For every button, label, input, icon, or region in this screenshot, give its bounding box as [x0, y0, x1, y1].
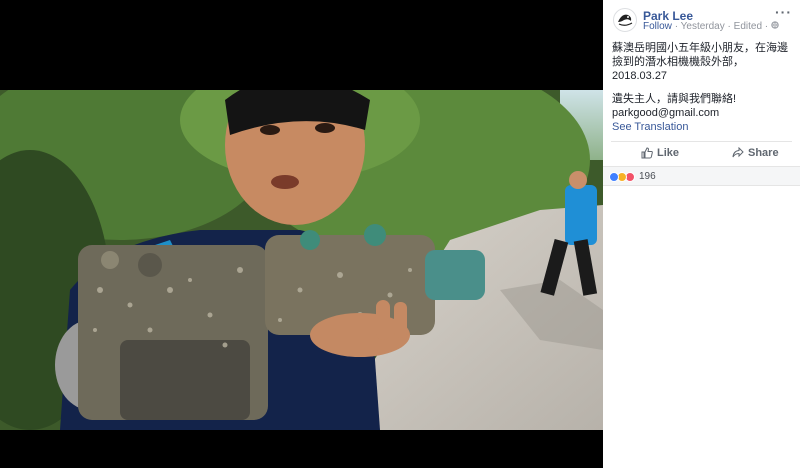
post-side-panel: Park Lee Follow · Yesterday · Edited · ·…: [603, 0, 800, 468]
post-text-line: 遺失主人，請與我們聯絡!: [612, 93, 737, 105]
meta-separator: ·: [764, 21, 769, 32]
globe-icon: [771, 21, 779, 32]
post-email: parkgood@gmail.com: [612, 107, 720, 119]
more-options-icon[interactable]: ···: [775, 4, 792, 20]
share-arrow-icon: [732, 147, 744, 158]
post-body: 蘇澳岳明國小五年級小朋友，在海邊撿到的潛水相機機殼外部，2018.03.27 遺…: [612, 41, 794, 134]
meta-separator: ·: [727, 21, 731, 32]
thumbs-up-icon: [641, 147, 653, 159]
author-avatar[interactable]: [613, 8, 637, 32]
edited-label[interactable]: Edited: [734, 21, 762, 32]
share-button[interactable]: Share: [732, 147, 779, 159]
divider: [611, 141, 792, 142]
reactions-summary[interactable]: 196: [603, 166, 800, 186]
reaction-count[interactable]: 196: [639, 171, 656, 182]
like-label: Like: [657, 147, 680, 159]
post-timestamp[interactable]: Yesterday: [681, 21, 725, 32]
share-label: Share: [748, 147, 779, 159]
photo-illustration: [0, 90, 603, 430]
post-header: Park Lee Follow · Yesterday · Edited · ·…: [603, 0, 800, 38]
meta-separator: ·: [674, 21, 679, 32]
like-reaction-icon: [609, 172, 619, 182]
post-photo[interactable]: [0, 90, 603, 430]
post-actions: Like Share: [603, 144, 800, 164]
logo-avatar-icon: [618, 14, 633, 26]
photo-viewer: [0, 0, 603, 468]
post-meta: Follow · Yesterday · Edited ·: [643, 21, 779, 32]
follow-link[interactable]: Follow: [643, 21, 672, 32]
like-button[interactable]: Like: [641, 147, 679, 159]
see-translation-link[interactable]: See Translation: [612, 120, 794, 134]
post-text-line: 蘇澳岳明國小五年級小朋友，在海邊撿到的潛水相機機殼外部，2018.03.27: [612, 42, 788, 82]
